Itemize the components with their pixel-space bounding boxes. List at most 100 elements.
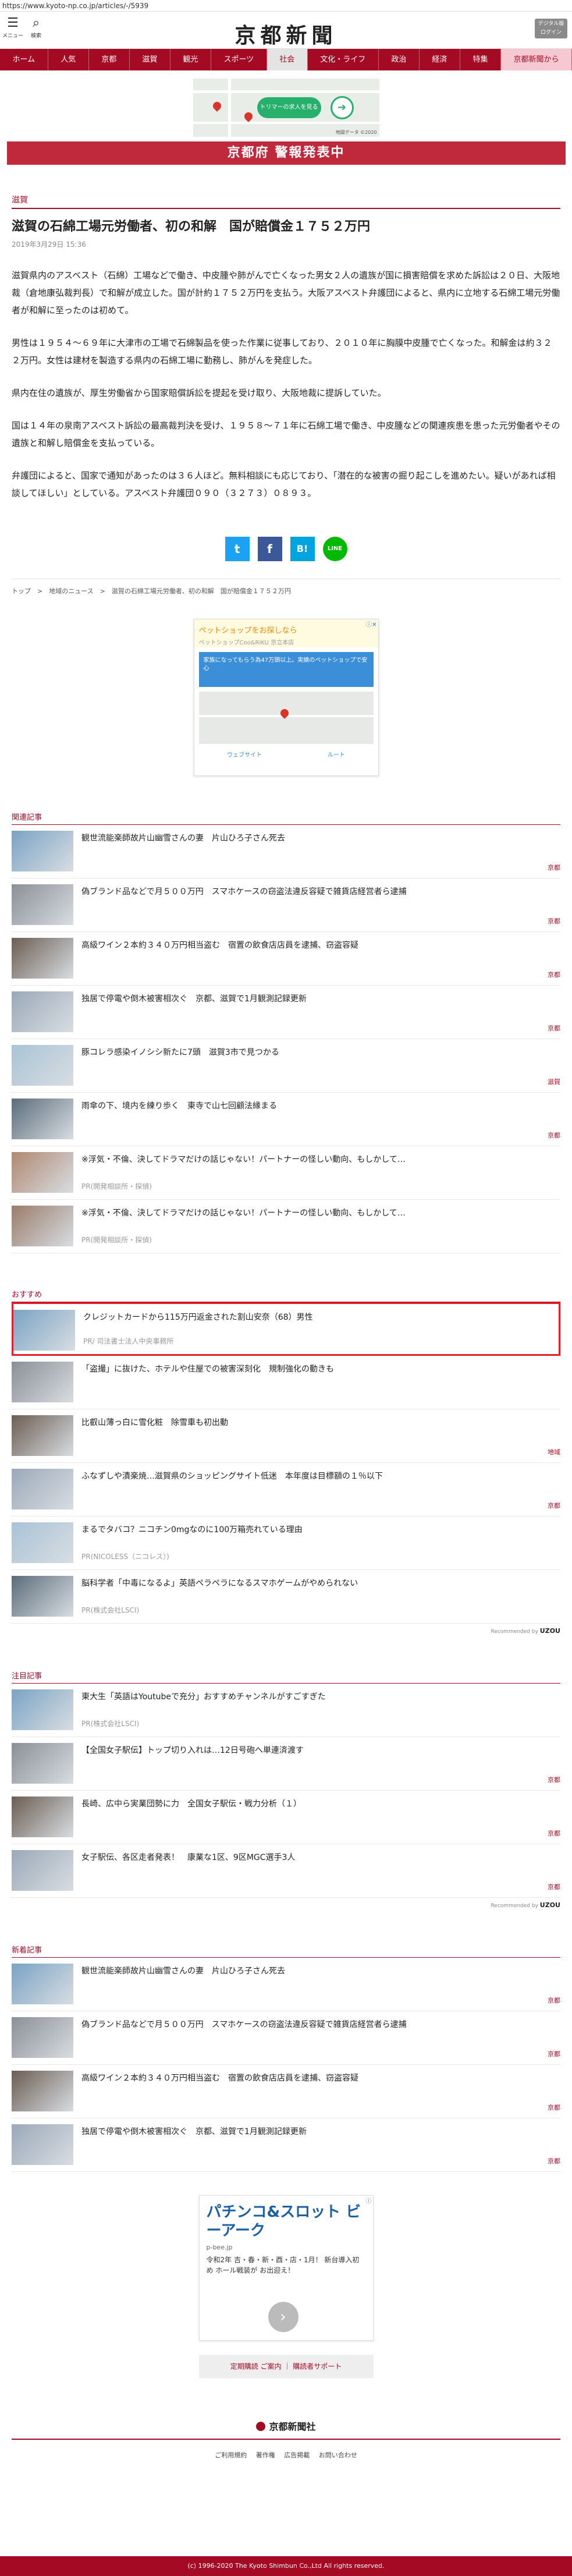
list-item-category[interactable]: 京都 bbox=[548, 2103, 560, 2112]
article-category[interactable]: 滋賀 bbox=[12, 194, 560, 205]
arrow-right-icon[interactable]: ➔ bbox=[330, 96, 354, 119]
featured-list-item[interactable]: 女子駅伝、各区走者発表！ 康業な1区、9区MGC選手3人京都 bbox=[12, 1844, 560, 1898]
ad-route-button[interactable]: ルート bbox=[328, 750, 345, 759]
list-item-title[interactable]: 偽ブランド品などで月５００万円 スマホケースの窃盗法違反容疑で雑貨店経営者ら逮捕 bbox=[81, 885, 560, 897]
list-item-category[interactable]: 京都 bbox=[548, 916, 560, 926]
list-item-title[interactable]: ふなずしや漬楽焼…滋賀県のショッピングサイト低迷 本年度は目標額の１％以下 bbox=[81, 1470, 560, 1482]
related-list-item[interactable]: ※浮気・不倫、決してドラマだけの話じゃない！パートナーの怪しい動向、もしかして…… bbox=[12, 1146, 560, 1200]
list-item-title[interactable]: 偽ブランド品などで月５００万円 スマホケースの窃盗法違反容疑で雑貨店経営者ら逮捕 bbox=[81, 2018, 560, 2030]
article-thumbnail[interactable] bbox=[12, 938, 73, 979]
related-list-item[interactable]: 高級ワイン２本約３４０万円相当盗む 宿置の飲食店店員を逮捕、窃盗容疑京都 bbox=[12, 932, 560, 986]
facebook-share-button[interactable]: f bbox=[257, 537, 282, 561]
pet-shop-ad[interactable]: ⓘ✕ ペットショップをお探しなら ペットショップCoo&RIKU 京立本店 家族… bbox=[193, 619, 379, 776]
nav-item-politics[interactable]: 政治 bbox=[379, 49, 420, 70]
article-thumbnail[interactable] bbox=[12, 1576, 73, 1617]
related-list-item[interactable]: ※浮気・不倫、決してドラマだけの話じゃない！パートナーの怪しい動向、もしかして…… bbox=[12, 1200, 560, 1253]
list-item-category[interactable]: 京都 bbox=[548, 970, 560, 979]
recommend-list-item[interactable]: クレジットカードから115万円返金された割山安奈（68）男性 PR/ 司法書士法人… bbox=[12, 1302, 560, 1356]
list-item-category[interactable]: 京都 bbox=[548, 1882, 560, 1891]
nav-item-tourism[interactable]: 観光 bbox=[170, 49, 211, 70]
latest-list-item[interactable]: 高級ワイン２本約３４０万円相当盗む 宿置の飲食店店員を逮捕、窃盗容疑京都 bbox=[12, 2065, 560, 2118]
hatena-share-button[interactable]: B! bbox=[290, 537, 315, 561]
article-thumbnail[interactable] bbox=[12, 2017, 73, 2058]
article-thumbnail[interactable] bbox=[12, 1522, 73, 1563]
list-item-category[interactable]: 京都 bbox=[548, 1775, 560, 1784]
recommend-list-item[interactable]: 「盗撮」に抜けた、ホテルや住屋での被害深刻化 規制強化の動きも bbox=[12, 1356, 560, 1409]
list-item-title[interactable]: 独居で停電や倒木被害相次ぐ 京都、滋賀で1月観測記録更新 bbox=[81, 993, 560, 1004]
list-item-title[interactable]: 独居で停電や倒木被害相次ぐ 京都、滋賀で1月観測記録更新 bbox=[81, 2125, 560, 2137]
ad-website-button[interactable]: ウェブサイト bbox=[227, 750, 262, 759]
list-item-category[interactable]: 京都 bbox=[548, 2049, 560, 2058]
article-thumbnail[interactable] bbox=[12, 1362, 73, 1402]
list-item-title[interactable]: まるでタバコ？ニコチン0mgなのに100万箱売れている理由 bbox=[81, 1523, 560, 1535]
list-item-title[interactable]: 雨傘の下、境内を練り歩く 東寺で山七回顧法縁まる bbox=[81, 1100, 560, 1111]
article-thumbnail[interactable] bbox=[12, 2071, 73, 2111]
list-item-title[interactable]: 東大生「英語はYoutubeで充分」おすすめチャンネルがすごすぎた bbox=[81, 1691, 560, 1702]
related-list-item[interactable]: 観世流能楽師故片山幽雪さんの妻 片山ひろ子さん死去 京都 bbox=[12, 825, 560, 878]
article-thumbnail[interactable] bbox=[12, 2124, 73, 2165]
list-item-title[interactable]: 【全国女子駅伝】トップ切り入れは…12日号砲へ単連済渡す bbox=[81, 1744, 560, 1756]
list-item-title[interactable]: 比叡山薄っ白に雪化粧 除雪車も初出動 bbox=[81, 1416, 560, 1428]
digital-login-button[interactable]: デジタル版 ログイン bbox=[535, 19, 567, 38]
breadcrumb[interactable]: トップ > 地域のニュース > 滋賀の石綿工場元労働者、初の和解 国が賠償金１７… bbox=[12, 579, 560, 596]
article-thumbnail[interactable] bbox=[12, 1469, 73, 1510]
list-item-category[interactable]: 地域 bbox=[548, 1447, 560, 1457]
uzou-credit[interactable]: Recommended by UZOU bbox=[12, 1627, 560, 1635]
article-thumbnail[interactable] bbox=[13, 1310, 75, 1351]
nav-item-society[interactable]: 社会 bbox=[267, 49, 308, 70]
featured-list-item[interactable]: 長崎、広中ら実業団勢に力 全国女子駅伝・戦力分析（１） 京都 bbox=[12, 1791, 560, 1844]
article-thumbnail[interactable] bbox=[12, 1152, 73, 1193]
related-list-item[interactable]: 豚コレラ感染イノシシ新たに7頭 滋賀3市で見つかる滋賀 bbox=[12, 1039, 560, 1093]
article-thumbnail[interactable] bbox=[12, 1206, 73, 1246]
list-item-title[interactable]: ※浮気・不倫、決してドラマだけの話じゃない！パートナーの怪しい動向、もしかして… bbox=[81, 1153, 560, 1165]
article-thumbnail[interactable] bbox=[12, 991, 73, 1032]
related-list-item[interactable]: 偽ブランド品などで月５００万円 スマホケースの窃盗法違反容疑で雑貨店経営者ら逮捕… bbox=[12, 878, 560, 932]
list-item-title[interactable]: クレジットカードから115万円返金された割山安奈（68）男性 bbox=[83, 1311, 559, 1323]
nav-item-sports[interactable]: スポーツ bbox=[211, 49, 267, 70]
article-thumbnail[interactable] bbox=[12, 884, 73, 925]
list-item-title[interactable]: 観世流能楽師故片山幽雪さんの妻 片山ひろ子さん死去 bbox=[81, 1965, 560, 1976]
article-thumbnail[interactable] bbox=[12, 1045, 73, 1086]
list-item-title[interactable]: 女子駅伝、各区走者発表！ 康業な1区、9区MGC選手3人 bbox=[81, 1851, 560, 1863]
top-map-ad[interactable]: トリマーの求人を見る ➔ 地図データ ©2020 bbox=[193, 79, 379, 137]
article-thumbnail[interactable] bbox=[12, 1689, 73, 1730]
nav-item-economy[interactable]: 経済 bbox=[420, 49, 460, 70]
recommend-list-item[interactable]: 脳科学者「中毒になるよ」英語ペラペラになるスマホゲームがやめられない PR(株式会… bbox=[12, 1570, 560, 1624]
footer-links[interactable]: ご利用規約 著作権 広告掲載 お問い合わせ bbox=[12, 2450, 560, 2460]
list-item-category[interactable]: 滋賀 bbox=[548, 1077, 560, 1086]
nav-item-popular[interactable]: 人気 bbox=[48, 49, 89, 70]
latest-list-item[interactable]: 偽ブランド品などで月５００万円 スマホケースの窃盗法違反容疑で雑貨店経営者ら逮捕… bbox=[12, 2011, 560, 2065]
recommend-list-item[interactable]: ふなずしや漬楽焼…滋賀県のショッピングサイト低迷 本年度は目標額の１％以下京都 bbox=[12, 1463, 560, 1516]
article-thumbnail[interactable] bbox=[12, 1797, 73, 1837]
latest-list-item[interactable]: 観世流能楽師故片山幽雪さんの妻 片山ひろ子さん死去京都 bbox=[12, 1958, 560, 2011]
twitter-share-button[interactable]: t bbox=[225, 537, 250, 561]
recommend-list-item[interactable]: 比叡山薄っ白に雪化粧 除雪車も初出動地域 bbox=[12, 1409, 560, 1463]
weather-alert-bar[interactable]: 京都府 警報発表中 bbox=[6, 141, 566, 165]
footer-logo[interactable]: 京都新聞社 bbox=[12, 2419, 560, 2433]
related-list-item[interactable]: 独居で停電や倒木被害相次ぐ 京都、滋賀で1月観測記録更新 京都 bbox=[12, 986, 560, 1039]
article-thumbnail[interactable] bbox=[12, 1415, 73, 1456]
chevron-right-icon[interactable]: › bbox=[268, 2302, 299, 2332]
nav-item-home[interactable]: ホーム bbox=[0, 49, 48, 70]
nav-item-culture[interactable]: 文化・ライフ bbox=[308, 49, 379, 70]
nav-item-from-kyoto[interactable]: 京都新聞から bbox=[501, 49, 572, 70]
ad-cta-button[interactable]: トリマーの求人を見る bbox=[257, 97, 321, 118]
list-item-category[interactable]: 京都 bbox=[548, 1829, 560, 1838]
list-item-title[interactable]: 脳科学者「中毒になるよ」英語ペラペラになるスマホゲームがやめられない bbox=[81, 1577, 560, 1589]
featured-list-item[interactable]: 【全国女子駅伝】トップ切り入れは…12日号砲へ単連済渡す京都 bbox=[12, 1737, 560, 1791]
article-thumbnail[interactable] bbox=[12, 1099, 73, 1139]
list-item-title[interactable]: 高級ワイン２本約３４０万円相当盗む 宿置の飲食店店員を逮捕、窃盗容疑 bbox=[81, 939, 560, 951]
list-item-category[interactable]: 京都 bbox=[548, 863, 560, 872]
site-logo[interactable]: 京都新聞 bbox=[0, 19, 572, 49]
list-item-category[interactable]: 京都 bbox=[548, 1501, 560, 1510]
pachinko-ad[interactable]: ⓘ パチンコ&スロット ビーアーク p-bee.jp 令和2年 吉・春・新・酉・… bbox=[198, 2195, 374, 2341]
article-thumbnail[interactable] bbox=[12, 1964, 73, 2004]
list-item-title[interactable]: 豚コレラ感染イノシシ新たに7頭 滋賀3市で見つかる bbox=[81, 1046, 560, 1058]
list-item-title[interactable]: 高級ワイン２本約３４０万円相当盗む 宿置の飲食店店員を逮捕、窃盗容疑 bbox=[81, 2072, 560, 2084]
list-item-category[interactable]: 京都 bbox=[548, 1996, 560, 2005]
ad-choices-icon[interactable]: ⓘ✕ bbox=[366, 619, 376, 628]
list-item-title[interactable]: 「盗撮」に抜けた、ホテルや住屋での被害深刻化 規制強化の動きも bbox=[81, 1363, 560, 1374]
list-item-title[interactable]: 長崎、広中ら実業団勢に力 全国女子駅伝・戦力分析（１） bbox=[81, 1798, 560, 1809]
article-thumbnail[interactable] bbox=[12, 831, 73, 871]
related-list-item[interactable]: 雨傘の下、境内を練り歩く 東寺で山七回顧法縁まる 京都 bbox=[12, 1093, 560, 1146]
